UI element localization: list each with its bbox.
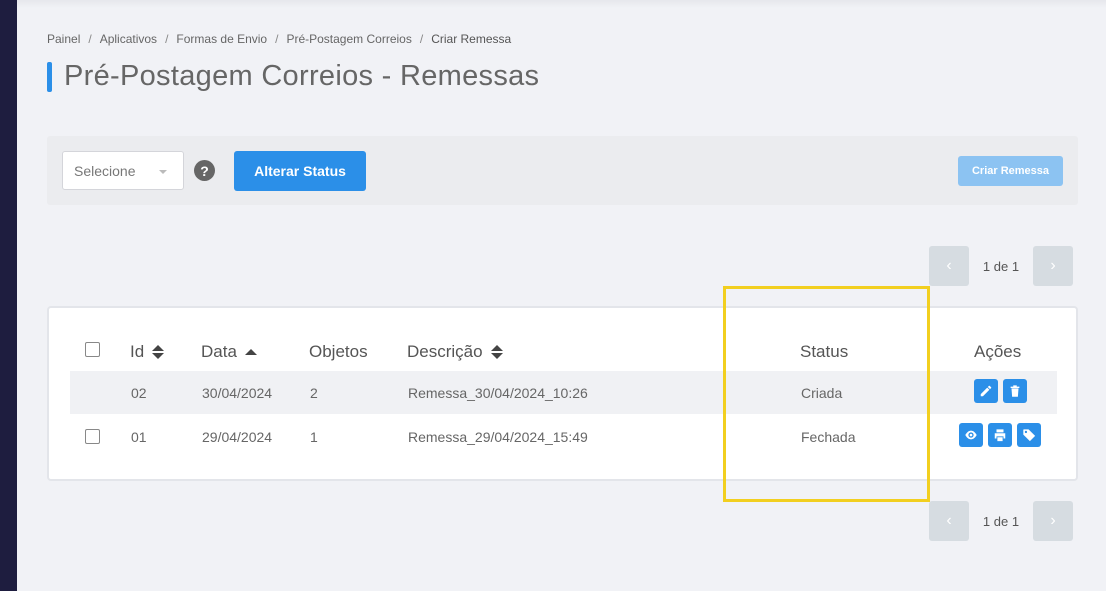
row-actions xyxy=(974,379,1027,403)
header-data-label: Data xyxy=(201,342,237,361)
cell-data: 29/04/2024 xyxy=(202,429,273,445)
print-icon[interactable] xyxy=(988,423,1012,447)
row-checkbox[interactable] xyxy=(85,429,100,444)
top-shadow xyxy=(17,0,1106,8)
create-shipment-button[interactable]: Criar Remessa xyxy=(958,156,1063,186)
sort-both-icon xyxy=(490,345,503,359)
breadcrumb-separator: / xyxy=(165,32,169,46)
alter-status-button[interactable]: Alterar Status xyxy=(234,151,366,191)
header-objetos-label: Objetos xyxy=(309,342,368,361)
breadcrumb-item-current: Criar Remessa xyxy=(431,32,512,46)
prev-page-button[interactable]: ‹ xyxy=(929,246,969,286)
sort-up-icon xyxy=(244,349,257,355)
row-actions xyxy=(959,423,1041,447)
next-page-button[interactable]: › xyxy=(1033,501,1073,541)
header-acoes-label: Ações xyxy=(974,342,1022,361)
header-descricao-label: Descrição xyxy=(407,342,483,361)
cell-descricao: Remessa_30/04/2024_10:26 xyxy=(408,385,588,401)
tag-icon[interactable] xyxy=(1017,423,1041,447)
title-accent-bar xyxy=(47,61,52,92)
breadcrumb-separator: / xyxy=(275,32,279,46)
trash-icon[interactable] xyxy=(1003,379,1027,403)
cell-descricao: Remessa_29/04/2024_15:49 xyxy=(408,429,588,445)
cell-data: 30/04/2024 xyxy=(202,385,273,401)
status-column-highlight xyxy=(723,286,930,502)
page-title: Pré-Postagem Correios - Remessas xyxy=(64,60,540,92)
toolbar: Selecione ? Alterar Status Criar Remessa xyxy=(47,136,1078,205)
header-id-label: Id xyxy=(130,342,145,361)
cell-objetos: 1 xyxy=(310,429,318,445)
header-descricao[interactable]: Descrição xyxy=(407,342,503,362)
breadcrumb-item-pre-postagem[interactable]: Pré-Postagem Correios xyxy=(286,32,411,46)
header-acoes: Ações xyxy=(974,342,1021,362)
eye-icon[interactable] xyxy=(959,423,983,447)
help-icon[interactable]: ? xyxy=(194,160,215,181)
page-indicator: 1 de 1 xyxy=(982,258,1020,274)
pagination-bottom: ‹ 1 de 1 › xyxy=(929,501,1073,541)
prev-page-button[interactable]: ‹ xyxy=(929,501,969,541)
breadcrumb-separator: / xyxy=(88,32,92,46)
select-all-checkbox[interactable] xyxy=(85,342,100,357)
cell-id: 01 xyxy=(131,429,147,445)
breadcrumb-separator: / xyxy=(419,32,424,46)
header-id[interactable]: Id xyxy=(130,342,165,362)
sort-both-icon xyxy=(152,345,165,359)
cell-objetos: 2 xyxy=(310,385,318,401)
header-objetos: Objetos xyxy=(309,342,368,362)
page-indicator: 1 de 1 xyxy=(982,513,1020,529)
breadcrumb-item-formas-de-envio[interactable]: Formas de Envio xyxy=(176,32,267,46)
breadcrumb-item-aplicativos[interactable]: Aplicativos xyxy=(100,32,157,46)
sidebar-rail xyxy=(0,0,17,591)
cell-id: 02 xyxy=(131,385,147,401)
edit-icon[interactable] xyxy=(974,379,998,403)
header-data[interactable]: Data xyxy=(201,342,257,362)
status-select[interactable]: Selecione xyxy=(62,151,184,190)
chevron-down-icon xyxy=(159,170,167,174)
breadcrumb-item-painel[interactable]: Painel xyxy=(47,32,80,46)
breadcrumb: Painel / Aplicativos / Formas de Envio /… xyxy=(47,32,511,46)
status-select-value: Selecione xyxy=(74,162,136,179)
next-page-button[interactable]: › xyxy=(1033,246,1073,286)
pagination-top: ‹ 1 de 1 › xyxy=(929,246,1073,286)
page-header: Pré-Postagem Correios - Remessas xyxy=(47,60,539,93)
